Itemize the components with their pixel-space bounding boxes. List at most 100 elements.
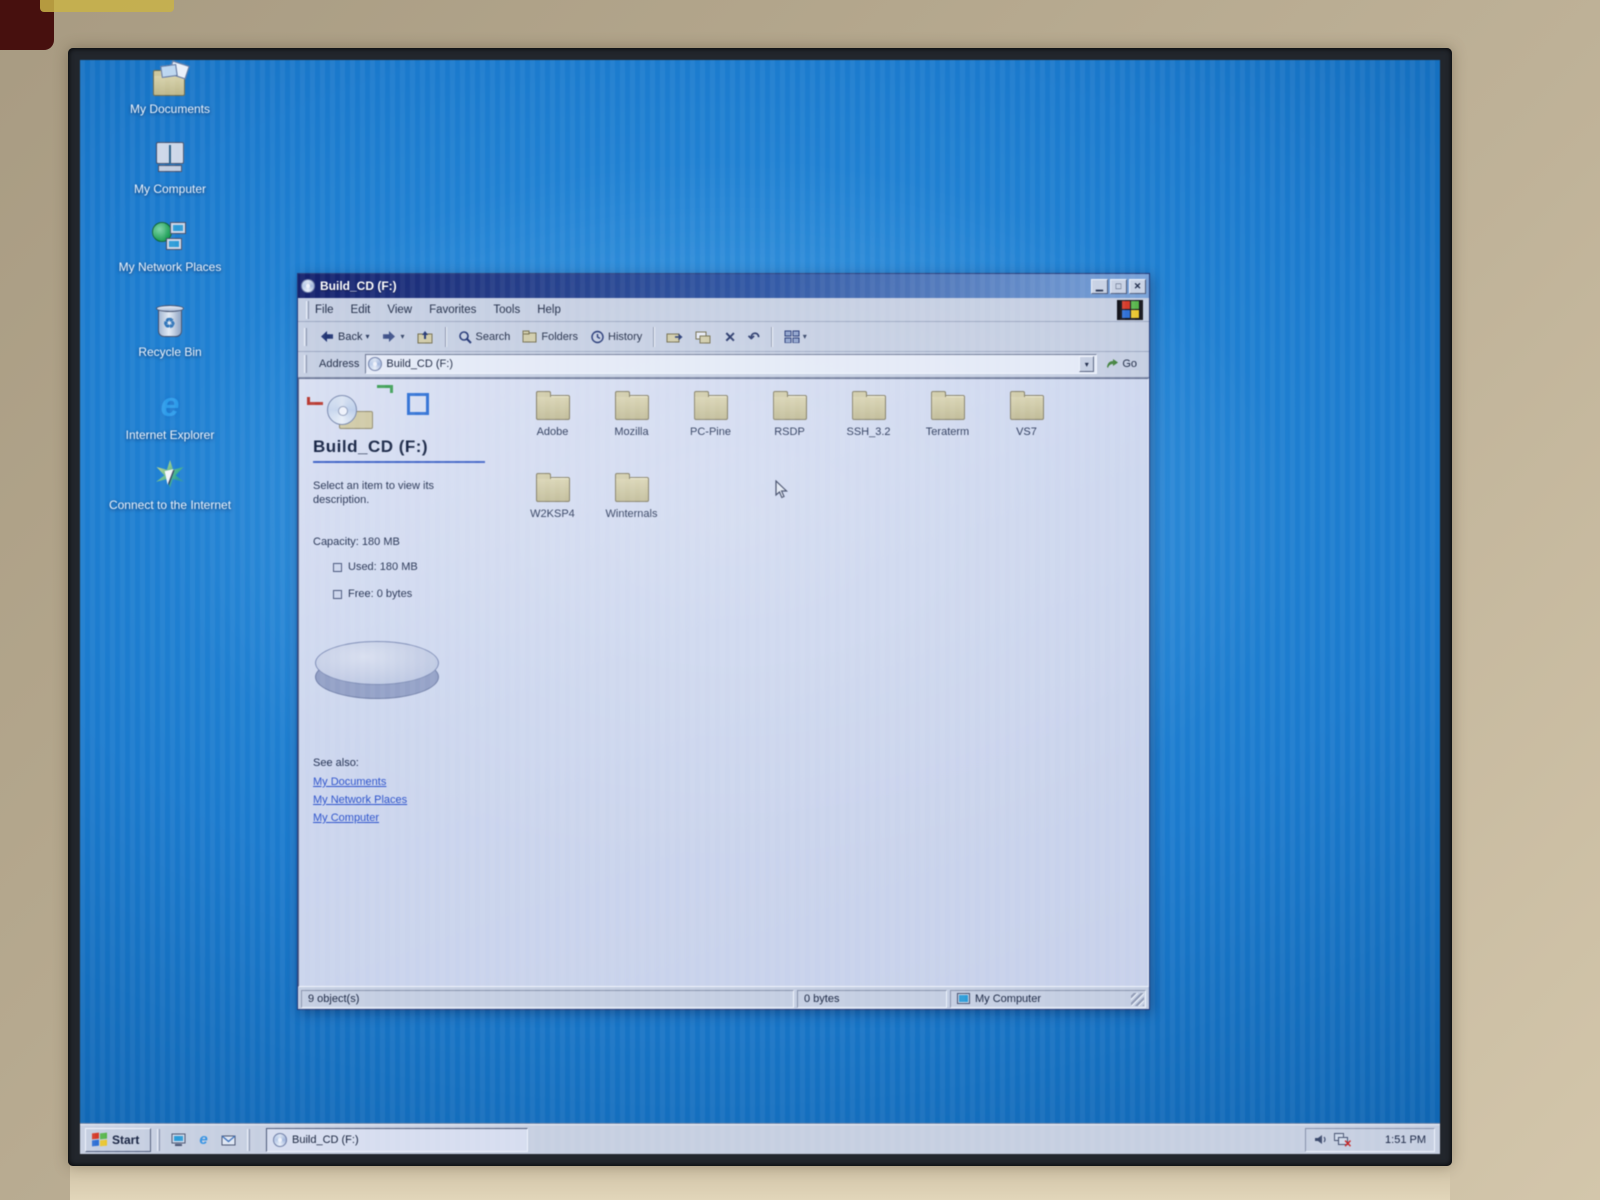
menu-tools[interactable]: Tools xyxy=(493,304,520,316)
address-value: Build_CD (F:) xyxy=(386,357,453,370)
minimize-button[interactable]: ▁ xyxy=(1091,278,1108,294)
up-button[interactable] xyxy=(411,327,440,347)
menu-bar: File Edit View Favorites Tools Help xyxy=(298,298,1149,322)
desktop-icon-my-network-places[interactable]: My Network Places xyxy=(108,220,232,274)
search-icon xyxy=(458,330,472,344)
bezel-sticker xyxy=(40,0,174,12)
forward-arrow-icon xyxy=(383,331,396,342)
cd-drive-icon xyxy=(273,1132,287,1147)
toolbar-separator xyxy=(444,326,447,347)
folder-icon xyxy=(535,391,570,420)
free-legend: Free: 0 bytes xyxy=(333,588,412,600)
desktop-icon-label: Internet Explorer xyxy=(125,428,215,442)
title-bar[interactable]: Build_CD (F:) ▁ □ ✕ xyxy=(298,274,1149,298)
copy-to-button[interactable] xyxy=(689,327,718,347)
network-disconnected-icon[interactable]: ✕ xyxy=(1334,1133,1352,1150)
undo-button[interactable]: ↶ xyxy=(742,327,766,347)
panel-drive-title: Build_CD (F:) xyxy=(313,437,429,456)
folder-item-pc-pine[interactable]: PC-Pine xyxy=(671,389,750,471)
desktop-icon-label: My Computer xyxy=(133,182,207,196)
desktop: My Documents My Computer My Network Plac… xyxy=(80,60,1440,1124)
clock[interactable]: 1:51 PM xyxy=(1385,1134,1426,1146)
folder-item-ssh[interactable]: SSH_3.2 xyxy=(829,389,908,471)
menu-favorites[interactable]: Favorites xyxy=(429,304,476,316)
start-button[interactable]: Start xyxy=(85,1127,151,1152)
forward-button[interactable]: ▾ xyxy=(375,327,410,346)
desktop-icon-label: My Network Places xyxy=(118,260,222,274)
free-swatch xyxy=(333,589,342,599)
address-label: Address xyxy=(319,357,360,370)
toolbar-grip[interactable] xyxy=(304,327,307,346)
status-size: 0 bytes xyxy=(797,989,947,1008)
taskbar: Start e Build_CD (F:) ✕ 1:51 PM xyxy=(80,1124,1440,1154)
toolbar-separator xyxy=(653,326,656,347)
back-button[interactable]: Back ▾ xyxy=(313,327,375,346)
my-computer-zone-icon xyxy=(957,993,970,1004)
volume-icon[interactable] xyxy=(1314,1133,1328,1146)
desktop-icon-label: Recycle Bin xyxy=(138,345,202,359)
menu-help[interactable]: Help xyxy=(537,304,561,316)
folder-item-adobe[interactable]: Adobe xyxy=(513,389,592,471)
move-to-button[interactable] xyxy=(660,327,689,347)
cd-drive-icon xyxy=(368,356,383,371)
delete-button[interactable]: ✕ xyxy=(718,327,742,347)
see-also-label: See also: xyxy=(313,757,359,769)
folder-icon xyxy=(614,473,649,502)
search-button[interactable]: Search xyxy=(452,327,517,347)
status-bar: 9 object(s) 0 bytes My Computer xyxy=(298,987,1149,1009)
folder-item-winternals[interactable]: Winternals xyxy=(592,471,671,553)
web-view-panel: Build_CD (F:) Select an item to view its… xyxy=(299,379,499,986)
desktop-icon-connect-internet[interactable]: Connect to the Internet xyxy=(108,458,232,512)
history-button[interactable]: History xyxy=(584,327,648,347)
link-my-network-places[interactable]: My Network Places xyxy=(313,794,407,806)
cd-drive-icon xyxy=(301,279,315,293)
used-legend: Used: 180 MB xyxy=(333,561,418,573)
folder-item-w2ksp4[interactable]: W2KSP4 xyxy=(513,471,592,553)
address-input[interactable]: Build_CD (F:) ▾ xyxy=(365,353,1098,374)
mouse-cursor xyxy=(775,480,788,499)
folder-grid: Adobe Mozilla PC-Pine RSDP SSH_3.2 Terat… xyxy=(513,389,1073,553)
recycle-bin-icon: ♻ xyxy=(150,305,190,341)
desktop-icon-my-computer[interactable]: My Computer xyxy=(108,142,232,196)
system-tray: ✕ 1:51 PM xyxy=(1305,1127,1435,1152)
taskbar-task-build-cd[interactable]: Build_CD (F:) xyxy=(266,1127,528,1152)
folder-icon xyxy=(930,391,965,420)
desktop-icon-label: My Documents xyxy=(129,102,211,116)
close-button[interactable]: ✕ xyxy=(1129,278,1146,294)
folder-item-rsdp[interactable]: RSDP xyxy=(750,389,829,471)
go-button[interactable]: Go xyxy=(1097,358,1145,370)
address-dropdown-button[interactable]: ▾ xyxy=(1079,355,1095,372)
folder-item-teraterm[interactable]: Teraterm xyxy=(908,389,987,471)
desktop-icon-my-documents[interactable]: My Documents xyxy=(108,60,232,116)
folders-button[interactable]: Folders xyxy=(516,327,584,346)
status-zone: My Computer xyxy=(950,989,1146,1008)
folder-icon xyxy=(772,391,807,420)
folder-item-vs7[interactable]: VS7 xyxy=(987,389,1066,471)
quick-launch-outlook-express-icon[interactable] xyxy=(218,1129,239,1150)
views-button[interactable]: ▾ xyxy=(778,327,813,346)
desktop-icon-internet-explorer[interactable]: e Internet Explorer xyxy=(108,388,232,442)
status-object-count: 9 object(s) xyxy=(301,989,794,1008)
resize-grip[interactable] xyxy=(1131,992,1144,1006)
menu-edit[interactable]: Edit xyxy=(351,304,371,316)
folder-icon xyxy=(851,391,886,420)
menu-view[interactable]: View xyxy=(387,304,412,316)
bezel-bottom xyxy=(70,1166,1450,1200)
desktop-icon-recycle-bin[interactable]: ♻ Recycle Bin xyxy=(108,305,232,359)
toolbar-separator xyxy=(770,326,773,347)
link-my-computer[interactable]: My Computer xyxy=(313,812,379,824)
taskbar-divider xyxy=(157,1128,160,1151)
internet-explorer-icon: e xyxy=(160,386,180,424)
folder-item-mozilla[interactable]: Mozilla xyxy=(592,389,671,471)
quick-launch-show-desktop-icon[interactable] xyxy=(168,1129,189,1150)
menu-file[interactable]: File xyxy=(315,304,334,316)
drive-artwork-icon xyxy=(307,385,481,437)
maximize-button[interactable]: □ xyxy=(1110,278,1127,294)
toolbar-grip[interactable] xyxy=(304,354,307,373)
capacity-text: Capacity: 180 MB xyxy=(313,536,400,548)
panel-description: Select an item to view its description. xyxy=(313,480,435,506)
quick-launch-internet-explorer-icon[interactable]: e xyxy=(193,1129,214,1150)
link-my-documents[interactable]: My Documents xyxy=(313,776,386,788)
explorer-window: Build_CD (F:) ▁ □ ✕ File Edit View Favor… xyxy=(297,273,1150,1010)
toolbar-grip[interactable] xyxy=(306,300,309,319)
